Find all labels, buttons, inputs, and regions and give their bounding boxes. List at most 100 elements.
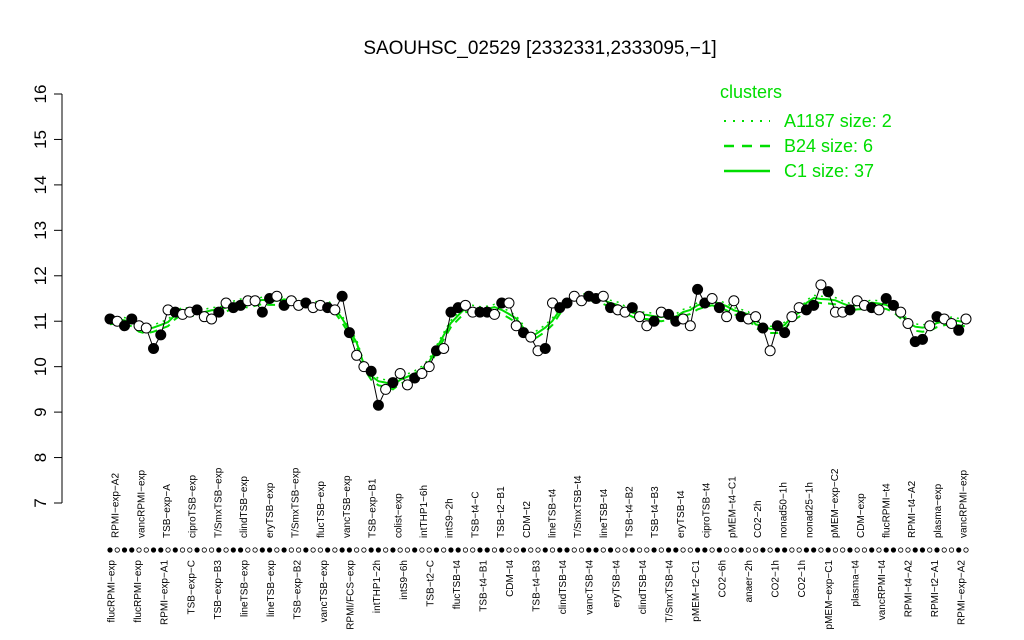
rug-mark [158, 547, 164, 553]
x-tick-label: CDM−t2 [522, 501, 533, 538]
x-tick-label: TSB−t2−B1 [496, 486, 507, 538]
rug-mark [724, 547, 730, 553]
x-tick-label: CDM−t4 [505, 560, 516, 597]
data-point [271, 290, 283, 302]
data-point [634, 311, 646, 323]
x-tick-label: plasma−exp [933, 483, 944, 538]
y-tick-label: 12 [31, 266, 50, 285]
legend: clusters A1187 size: 2 B24 size: 6 C1 si… [720, 82, 892, 181]
data-point [155, 329, 167, 341]
x-tick-label: intS9−6h [399, 560, 410, 600]
x-tick-label: clindTSB−exp [239, 476, 250, 538]
x-tick-label: RPMI−t2−A1 [930, 560, 941, 618]
rug-mark [506, 547, 512, 553]
rug-mark [419, 547, 425, 553]
rug-mark [441, 547, 447, 553]
rug-mark [745, 547, 751, 553]
rug-mark [245, 547, 251, 553]
rug-mark [237, 547, 244, 553]
rug-mark [462, 547, 469, 553]
data-point [394, 367, 406, 379]
x-tick-label: TSB−t2−C [425, 560, 436, 607]
rug-mark [636, 547, 643, 553]
chart-title: SAOUHSC_02529 [2332331,2333095,−1] [363, 38, 716, 59]
y-tick-label: 14 [31, 175, 50, 194]
data-point [249, 295, 261, 307]
rug-mark [201, 547, 207, 553]
rug-mark [114, 547, 120, 553]
rug-mark [361, 547, 367, 553]
data-point [423, 361, 435, 373]
rug-mark [274, 547, 280, 553]
rug-mark [426, 547, 432, 553]
rug-mark [919, 547, 926, 553]
data-point [924, 320, 936, 332]
x-tick-label: intTHP1−2h [372, 560, 383, 613]
x-tick-label: vancRPMI−exp [959, 469, 970, 538]
rug-mark [121, 547, 128, 553]
rug-mark [593, 547, 599, 553]
data-point [844, 304, 856, 316]
rug-mark [796, 547, 802, 553]
rug-mark [259, 547, 265, 553]
rug-mark [716, 547, 722, 553]
rug-mark [136, 547, 142, 553]
data-point [140, 322, 152, 334]
rug-mark [941, 547, 947, 553]
x-tick-label: lineTSB−exp [239, 560, 250, 617]
rug-mark [129, 547, 135, 553]
data-point [539, 342, 551, 354]
rug-mark [680, 547, 686, 553]
rug-mark [811, 547, 817, 553]
x-tick-label: ciproTSB−t4 [702, 482, 713, 538]
x-tick-label: CO2−1h [771, 560, 782, 598]
rug-mark [375, 547, 382, 553]
rug-mark [296, 547, 302, 553]
rug-mark [644, 547, 650, 553]
data-point [365, 365, 377, 377]
x-tick-label: TSB−t4−C [470, 491, 481, 538]
data-point [351, 349, 363, 361]
x-tick-label: flucTSB−t4 [452, 560, 463, 610]
rug-mark [288, 547, 294, 553]
rug-mark [622, 547, 628, 553]
data-point [488, 308, 500, 320]
x-tick-label: eryTSB−exp [265, 482, 276, 538]
rug-mark [694, 547, 701, 553]
y-tick-label: 16 [31, 85, 50, 104]
x-tick-label: flucRPMI−exp [133, 560, 144, 623]
data-point [692, 283, 704, 295]
rug-mark [368, 547, 374, 553]
rug-mark [934, 547, 940, 553]
rug-mark [179, 547, 186, 553]
rug-mark [303, 547, 309, 553]
data-point [960, 313, 972, 325]
y-tick-label: 15 [31, 130, 50, 149]
rug-mark [520, 547, 527, 553]
rug-mark [187, 547, 193, 553]
data-point [902, 317, 914, 329]
rug-mark [477, 547, 483, 553]
rug-mark [876, 547, 882, 553]
x-tick-label: TSB−exp−A [162, 484, 173, 538]
data-point [873, 304, 885, 316]
x-tick-label: T/SmxTSB−t4 [664, 560, 675, 623]
x-tick-label: RPMI−exp−A2 [111, 473, 122, 538]
rug-mark [832, 547, 839, 553]
x-tick-label: plasma−t4 [850, 560, 861, 607]
rug-mark [339, 547, 345, 553]
rug-mark [470, 547, 476, 553]
x-tick-label: TSB−exp−B1 [368, 478, 379, 538]
x-tick-label: vancTSB−t4 [585, 560, 596, 615]
x-tick-label: RPMI−t4−A2 [907, 480, 918, 538]
rug-mark [528, 547, 534, 553]
rug-mark [542, 547, 548, 553]
legend-label-a1187: A1187 size: 2 [784, 111, 892, 131]
rug-mark [143, 547, 149, 553]
rug-mark [658, 547, 664, 553]
rug-mark [404, 547, 411, 553]
x-tick-label: CO2−6h [718, 560, 729, 598]
x-tick-label: TSB−exp−B2 [293, 560, 304, 620]
data-point [779, 327, 791, 339]
data-point [148, 342, 160, 354]
